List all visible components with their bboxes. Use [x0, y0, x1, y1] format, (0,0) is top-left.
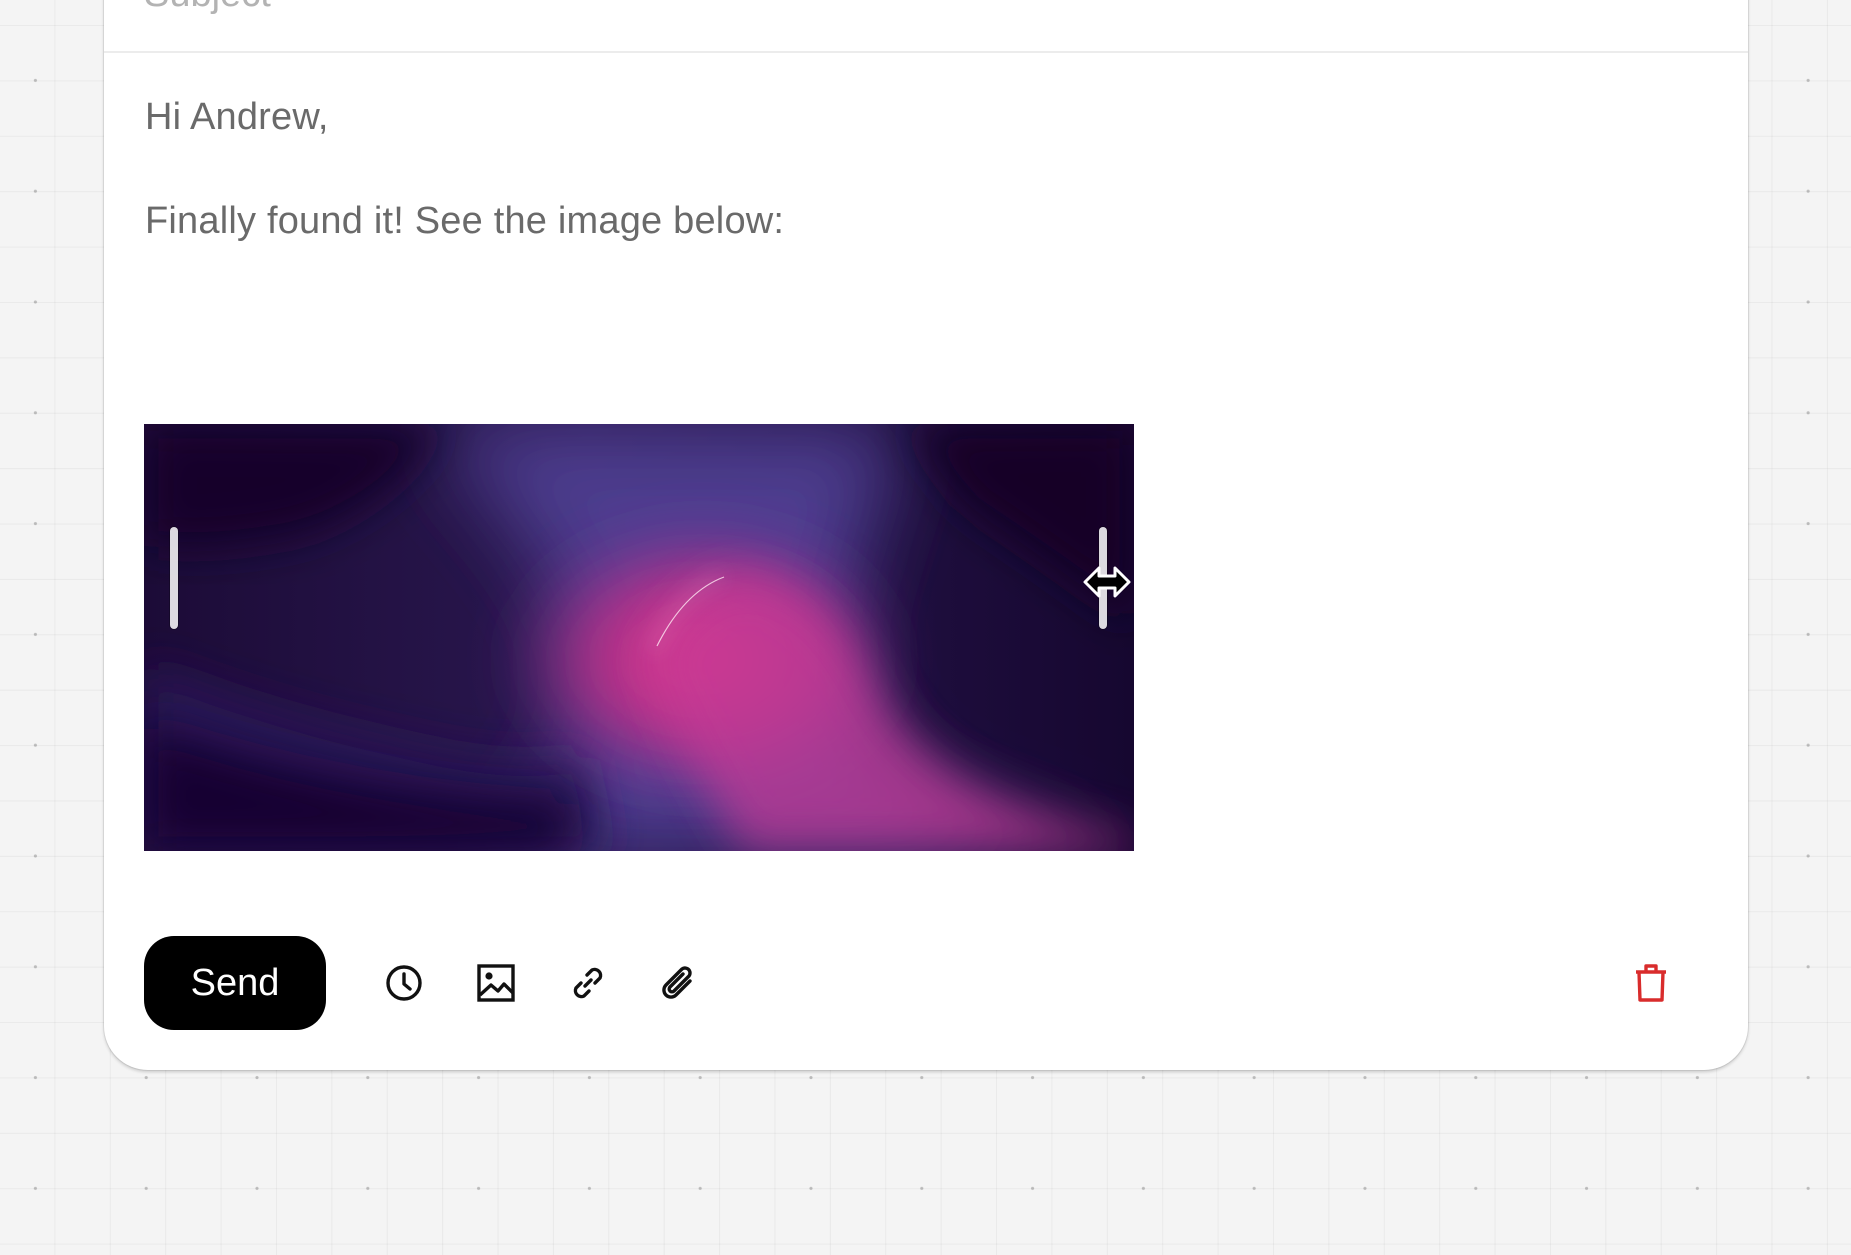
greeting-text[interactable]: Hi Andrew,: [145, 96, 329, 139]
subject-input[interactable]: [144, 0, 1044, 14]
paperclip-icon[interactable]: [652, 956, 706, 1010]
compose-card: Hi Andrew, Finally found it! See the ima…: [104, 0, 1748, 1070]
subject-row: [104, 0, 1748, 53]
image-icon[interactable]: [469, 956, 523, 1010]
trash-icon[interactable]: [1624, 956, 1678, 1010]
inline-image[interactable]: [144, 424, 1134, 851]
compose-toolbar: Send: [144, 936, 1714, 1030]
abstract-gradient-image: [144, 424, 1134, 851]
resize-cursor-icon: [1083, 566, 1131, 598]
send-button[interactable]: Send: [144, 936, 326, 1030]
image-resize-handle-left[interactable]: [170, 527, 178, 629]
link-icon[interactable]: [561, 956, 615, 1010]
message-text[interactable]: Finally found it! See the image below:: [145, 200, 784, 243]
clock-icon[interactable]: [377, 956, 431, 1010]
